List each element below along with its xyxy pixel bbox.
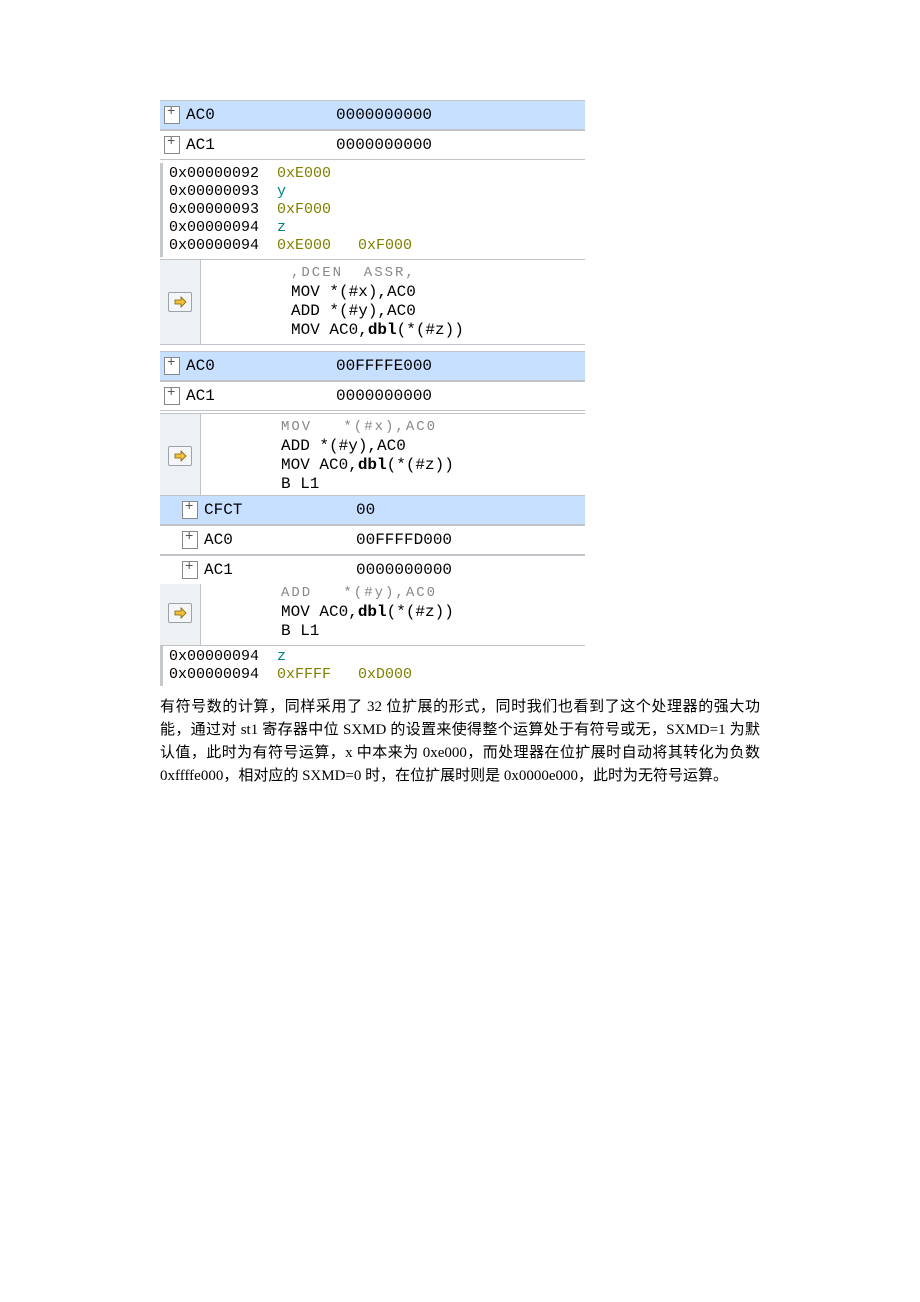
register-value: 00FFFFE000 bbox=[336, 357, 432, 375]
register-value: 0000000000 bbox=[336, 136, 432, 154]
mem-value: 0xE000 bbox=[277, 165, 331, 182]
register-value: 0000000000 bbox=[336, 387, 432, 405]
code-line: MOV *(#x),AC0 bbox=[291, 283, 585, 302]
current-line-arrow-icon bbox=[168, 446, 192, 466]
disassembly-panel: ,DCEN ASSR, MOV *(#x),AC0 ADD *(#y),AC0 … bbox=[160, 259, 585, 345]
expand-icon[interactable] bbox=[182, 501, 198, 519]
register-row-cfct: CFCT 00 bbox=[160, 495, 585, 525]
mem-addr: 0x00000093 bbox=[169, 201, 259, 218]
register-row-ac0: AC0 00FFFFD000 bbox=[160, 525, 585, 555]
code-line: ADD *(#y),AC0 bbox=[281, 437, 585, 456]
disassembly-panel: ADD *(#y),AC0 MOV AC0,dbl(*(#z)) B L1 bbox=[160, 580, 585, 646]
register-value: 00 bbox=[356, 501, 375, 519]
expand-icon[interactable] bbox=[164, 387, 180, 405]
register-name: CFCT bbox=[204, 501, 356, 519]
body-paragraph: 有符号数的计算，同样采用了 32 位扩展的形式，同时我们也看到了这个处理器的强大… bbox=[160, 696, 760, 788]
code-faint-line: ADD *(#y),AC0 bbox=[281, 584, 585, 603]
mem-addr: 0x00000094 bbox=[169, 648, 259, 665]
mem-addr: 0x00000094 bbox=[169, 219, 259, 236]
current-line-arrow-icon bbox=[168, 292, 192, 312]
register-value: 00FFFFD000 bbox=[356, 531, 452, 549]
mem-addr: 0x00000093 bbox=[169, 183, 259, 200]
mem-value: 0xF000 bbox=[277, 201, 331, 218]
code-faint-line: ,DCEN ASSR, bbox=[291, 264, 585, 283]
code-line: MOV AC0,dbl(*(#z)) bbox=[291, 321, 585, 340]
register-row-ac0: AC0 0000000000 bbox=[160, 100, 585, 130]
mem-symbol: z bbox=[277, 219, 286, 236]
expand-icon[interactable] bbox=[182, 531, 198, 549]
memory-dump: 0x00000094 z 0x00000094 0xFFFF 0xD000 bbox=[160, 646, 584, 686]
mem-value: 0xE000 0xF000 bbox=[277, 237, 412, 254]
code-line: B L1 bbox=[281, 622, 585, 641]
mem-symbol: y bbox=[277, 183, 286, 200]
mem-addr: 0x00000094 bbox=[169, 666, 259, 683]
register-name: AC0 bbox=[186, 357, 336, 375]
code-line: MOV AC0,dbl(*(#z)) bbox=[281, 456, 585, 475]
register-row-ac1: AC1 0000000000 bbox=[160, 381, 585, 411]
mem-value: 0xFFFF 0xD000 bbox=[277, 666, 412, 683]
register-name: AC1 bbox=[186, 136, 336, 154]
register-row-ac1: AC1 0000000000 bbox=[160, 130, 585, 160]
register-value: 0000000000 bbox=[336, 106, 432, 124]
code-faint-line: MOV *(#x),AC0 bbox=[281, 418, 585, 437]
disassembly-panel: MOV *(#x),AC0 ADD *(#y),AC0 MOV AC0,dbl(… bbox=[160, 413, 585, 499]
register-name: AC0 bbox=[186, 106, 336, 124]
register-row-ac0: AC0 00FFFFE000 bbox=[160, 351, 585, 381]
register-name: AC0 bbox=[204, 531, 356, 549]
code-line: MOV AC0,dbl(*(#z)) bbox=[281, 603, 585, 622]
expand-icon[interactable] bbox=[164, 136, 180, 154]
expand-icon[interactable] bbox=[182, 561, 198, 579]
expand-icon[interactable] bbox=[164, 106, 180, 124]
mem-symbol: z bbox=[277, 648, 286, 665]
register-value: 0000000000 bbox=[356, 561, 452, 579]
register-row-ac1: AC1 0000000000 bbox=[160, 555, 585, 584]
memory-dump: 0x00000092 0xE000 0x00000093 y 0x0000009… bbox=[160, 163, 584, 257]
mem-addr: 0x00000092 bbox=[169, 165, 259, 182]
register-name: AC1 bbox=[204, 561, 356, 579]
current-line-arrow-icon bbox=[168, 603, 192, 623]
register-name: AC1 bbox=[186, 387, 336, 405]
code-line: B L1 bbox=[281, 475, 585, 494]
mem-addr: 0x00000094 bbox=[169, 237, 259, 254]
expand-icon[interactable] bbox=[164, 357, 180, 375]
code-line: ADD *(#y),AC0 bbox=[291, 302, 585, 321]
